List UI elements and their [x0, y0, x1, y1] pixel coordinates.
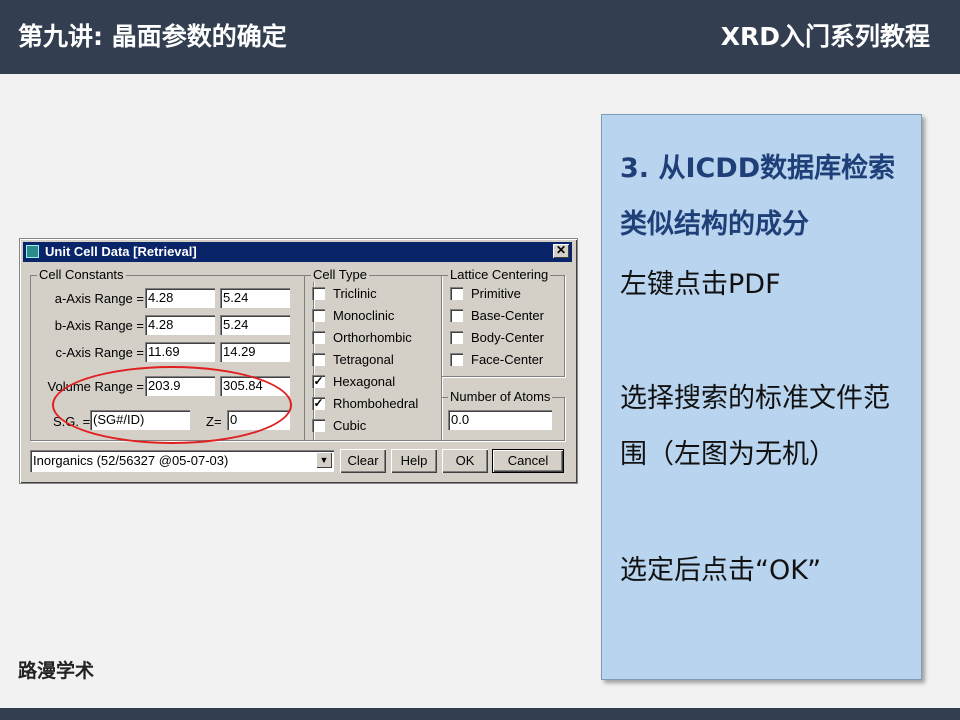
b-axis-max-field[interactable]: 5.24 [220, 315, 290, 335]
app-icon [26, 245, 39, 258]
chevron-down-icon[interactable]: ▼ [316, 452, 332, 468]
help-button[interactable]: Help [391, 449, 437, 473]
a-axis-max-field[interactable]: 5.24 [220, 288, 290, 308]
lattice-centering-option-checkbox[interactable] [450, 309, 463, 322]
cell-type-option-label[interactable]: Tetragonal [333, 352, 394, 367]
cell-constants-label: Cell Constants [37, 267, 126, 282]
cell-type-option-checkbox[interactable]: ✓ [312, 397, 325, 410]
cell-type-option-label[interactable]: Cubic [333, 418, 366, 433]
cell-type-option-checkbox[interactable] [312, 287, 325, 300]
slide-header: 第九讲: 晶面参数的确定 XRD入门系列教程 [0, 0, 960, 74]
lattice-centering-label: Lattice Centering [448, 267, 551, 282]
dialog-title: Unit Cell Data [Retrieval] [45, 244, 197, 259]
lecture-title: 第九讲: 晶面参数的确定 [18, 22, 287, 51]
lattice-centering-option-label[interactable]: Primitive [471, 286, 521, 301]
step-heading: 3. 从ICDD数据库检索类似结构的成分 [620, 153, 896, 240]
organization-name: 路漫学术 [18, 660, 95, 682]
cell-type-option-checkbox[interactable] [312, 419, 325, 432]
cell-type-label: Cell Type [311, 267, 369, 282]
cell-type-option-checkbox[interactable] [312, 331, 325, 344]
a-axis-label: a-Axis Range = [54, 291, 144, 306]
cell-type-option-label[interactable]: Orthorhombic [333, 330, 412, 345]
b-axis-label: b-Axis Range = [54, 318, 144, 333]
lattice-centering-option-label[interactable]: Base-Center [471, 308, 544, 323]
c-axis-label: c-Axis Range = [55, 345, 144, 360]
database-selected-value: Inorganics (52/56327 @05-07-03) [33, 453, 229, 468]
slide-footer-bar [0, 708, 960, 720]
step-click-ok: 选定后点击“OK” [620, 555, 822, 586]
clear-button[interactable]: Clear [340, 449, 386, 473]
close-icon[interactable]: ✕ [553, 244, 569, 258]
cell-type-option-checkbox[interactable] [312, 353, 325, 366]
cell-type-option-checkbox[interactable]: ✓ [312, 375, 325, 388]
step-click-pdf: 左键点击PDF [620, 269, 781, 300]
instruction-panel: 3. 从ICDD数据库检索类似结构的成分 左键点击PDF 选择搜索的标准文件范围… [601, 114, 922, 680]
b-axis-min-field[interactable]: 4.28 [145, 315, 215, 335]
a-axis-min-field[interactable]: 4.28 [145, 288, 215, 308]
step-select-range: 选择搜索的标准文件范围（左图为无机） [620, 383, 890, 470]
cell-type-option-label[interactable]: Monoclinic [333, 308, 394, 323]
cell-type-option-checkbox[interactable] [312, 309, 325, 322]
lattice-centering-option-checkbox[interactable] [450, 331, 463, 344]
number-of-atoms-field[interactable]: 0.0 [448, 410, 552, 430]
c-axis-max-field[interactable]: 14.29 [220, 342, 290, 362]
volume-highlight-oval [52, 366, 292, 444]
database-select[interactable]: Inorganics (52/56327 @05-07-03) ▼ [30, 450, 334, 472]
cell-type-option-label[interactable]: Rhombohedral [333, 396, 418, 411]
lattice-centering-option-checkbox[interactable] [450, 353, 463, 366]
ok-button[interactable]: OK [442, 449, 488, 473]
cancel-button[interactable]: Cancel [492, 449, 564, 473]
c-axis-min-field[interactable]: 11.69 [145, 342, 215, 362]
lattice-centering-option-checkbox[interactable] [450, 287, 463, 300]
lattice-centering-option-label[interactable]: Body-Center [471, 330, 544, 345]
series-title: XRD入门系列教程 [720, 22, 930, 51]
number-of-atoms-label: Number of Atoms [448, 389, 553, 404]
unit-cell-data-dialog: Unit Cell Data [Retrieval] ✕ Cell Consta… [19, 238, 578, 484]
cell-type-option-label[interactable]: Triclinic [333, 286, 377, 301]
dialog-titlebar[interactable]: Unit Cell Data [Retrieval] ✕ [23, 242, 572, 262]
lattice-centering-option-label[interactable]: Face-Center [471, 352, 543, 367]
cell-type-option-label[interactable]: Hexagonal [333, 374, 395, 389]
